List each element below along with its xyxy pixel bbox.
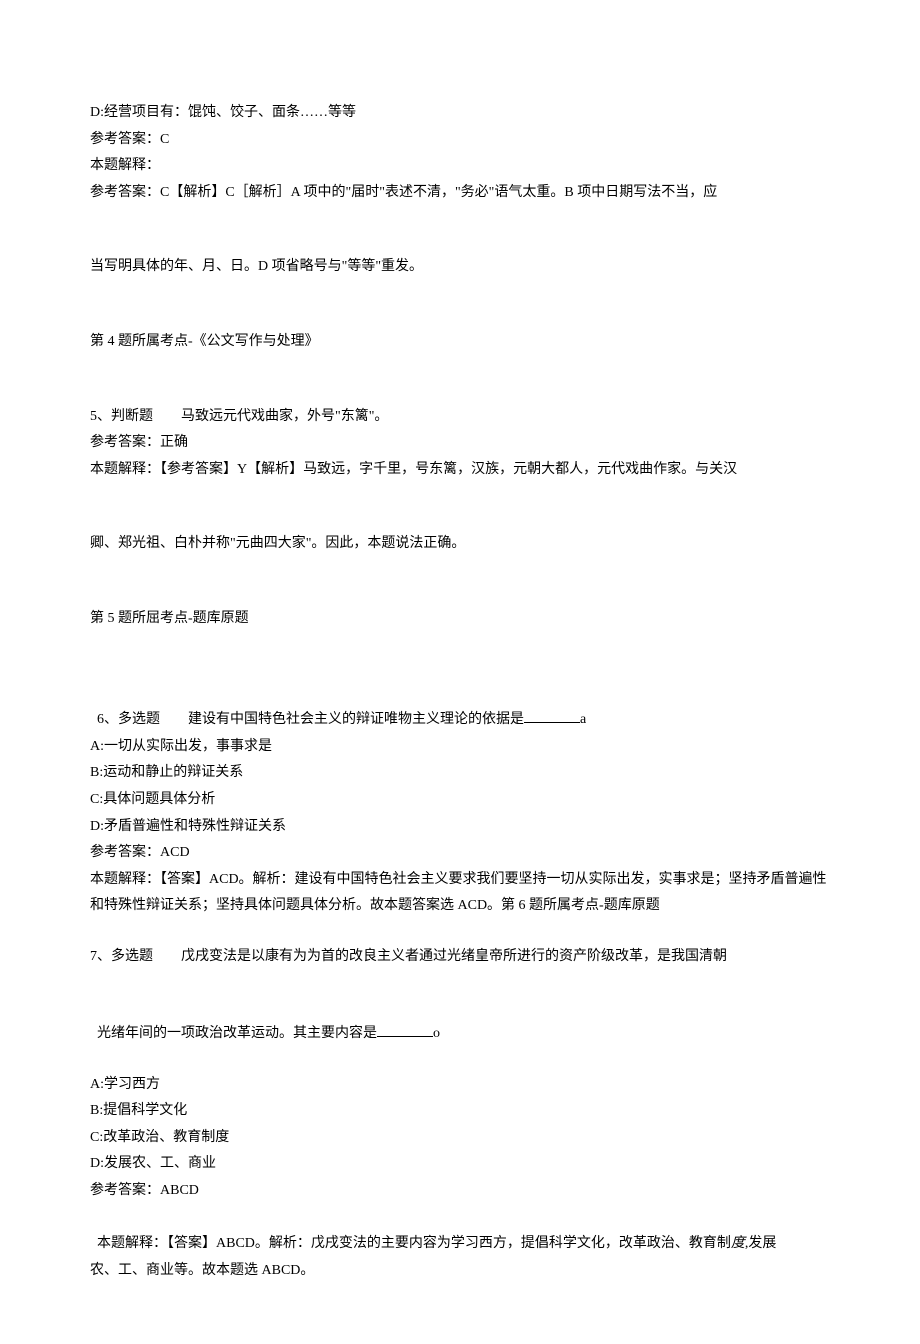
q5-explain-line2: 卿、郑光祖、白朴并称"元曲四大家"。因此，本题说法正确。 bbox=[90, 531, 830, 558]
q7-explain-line1-b: 度 bbox=[731, 1236, 745, 1251]
q6-explain: 本题解释：【答案】ACD。解析：建设有中国特色社会主义要求我们要坚持一切从实际出… bbox=[90, 867, 830, 920]
q6-option-c: C:具体问题具体分析 bbox=[90, 787, 830, 814]
blank-underline bbox=[524, 710, 580, 724]
q5-topic: 第 5 题所屈考点-题库原题 bbox=[90, 606, 830, 633]
spacer bbox=[90, 970, 830, 994]
q6-stem: 6、多选题 建设有中国特色社会主义的辩证唯物主义理论的依据是 a bbox=[90, 681, 830, 734]
spacer bbox=[90, 920, 830, 944]
blank-underline bbox=[377, 1023, 433, 1037]
q6-answer: 参考答案：ACD bbox=[90, 840, 830, 867]
q6-stem-suffix: a bbox=[580, 712, 586, 727]
q7-answer: 参考答案：ABCD bbox=[90, 1178, 830, 1205]
q6-stem-prefix: 6、多选题 建设有中国特色社会主义的辩证唯物主义理论的依据是 bbox=[97, 712, 524, 727]
q7-explain-line2: 农、工、商业等。故本题选 ABCD。 bbox=[90, 1258, 830, 1285]
q6-option-a: A:一切从实际出发，事事求是 bbox=[90, 734, 830, 761]
q3-explain-label: 本题解释： bbox=[90, 153, 830, 180]
q5-stem: 5、判断题 马致远元代戏曲家，外号"东篱"。 bbox=[90, 404, 830, 431]
spacer bbox=[90, 206, 830, 254]
q4-topic: 第 4 题所属考点-《公文写作与处理》 bbox=[90, 329, 830, 356]
q7-explain-line1: 本题解释：【答案】ABCD。解析：戊戌变法的主要内容为学习西方，提倡科学文化，改… bbox=[90, 1205, 830, 1258]
spacer bbox=[90, 633, 830, 681]
spacer bbox=[90, 1048, 830, 1072]
q7-stem-line2-prefix: 光绪年间的一项政治改革运动。其主要内容是 bbox=[97, 1026, 377, 1041]
q3-explain-line1: 参考答案：C【解析】C［解析］A 项中的"届时"表述不清，"务必"语气太重。B … bbox=[90, 180, 830, 207]
q7-stem-line1: 7、多选题 戊戌变法是以康有为为首的改良主义者通过光绪皇帝所进行的资产阶级改革，… bbox=[90, 944, 830, 971]
q3-explain-line2: 当写明具体的年、月、日。D 项省略号与"等等"重发。 bbox=[90, 254, 830, 281]
q7-explain-line1-c: ,发展 bbox=[745, 1236, 777, 1251]
q5-explain-line1: 本题解释：【参考答案】Y【解析】马致远，字千里，号东篱，汉族，元朝大都人，元代戏… bbox=[90, 457, 830, 484]
q7-option-d: D:发展农、工、商业 bbox=[90, 1151, 830, 1178]
q7-stem-line2: 光绪年间的一项政治改革运动。其主要内容是 o bbox=[90, 994, 830, 1047]
spacer bbox=[90, 281, 830, 329]
q5-answer: 参考答案：正确 bbox=[90, 430, 830, 457]
q7-option-b: B:提倡科学文化 bbox=[90, 1098, 830, 1125]
q7-option-a: A:学习西方 bbox=[90, 1072, 830, 1099]
spacer bbox=[90, 483, 830, 531]
q7-explain-line1-a: 本题解释：【答案】ABCD。解析：戊戌变法的主要内容为学习西方，提倡科学文化，改… bbox=[97, 1236, 731, 1251]
spacer bbox=[90, 356, 830, 404]
q7-stem-line2-suffix: o bbox=[433, 1026, 440, 1041]
q3-answer: 参考答案：C bbox=[90, 127, 830, 154]
q7-option-c: C:改革政治、教育制度 bbox=[90, 1125, 830, 1152]
q6-option-b: B:运动和静止的辩证关系 bbox=[90, 760, 830, 787]
q3-option-d: D:经营项目有：馄饨、饺子、面条……等等 bbox=[90, 100, 830, 127]
q6-option-d: D:矛盾普遍性和特殊性辩证关系 bbox=[90, 814, 830, 841]
spacer bbox=[90, 558, 830, 606]
